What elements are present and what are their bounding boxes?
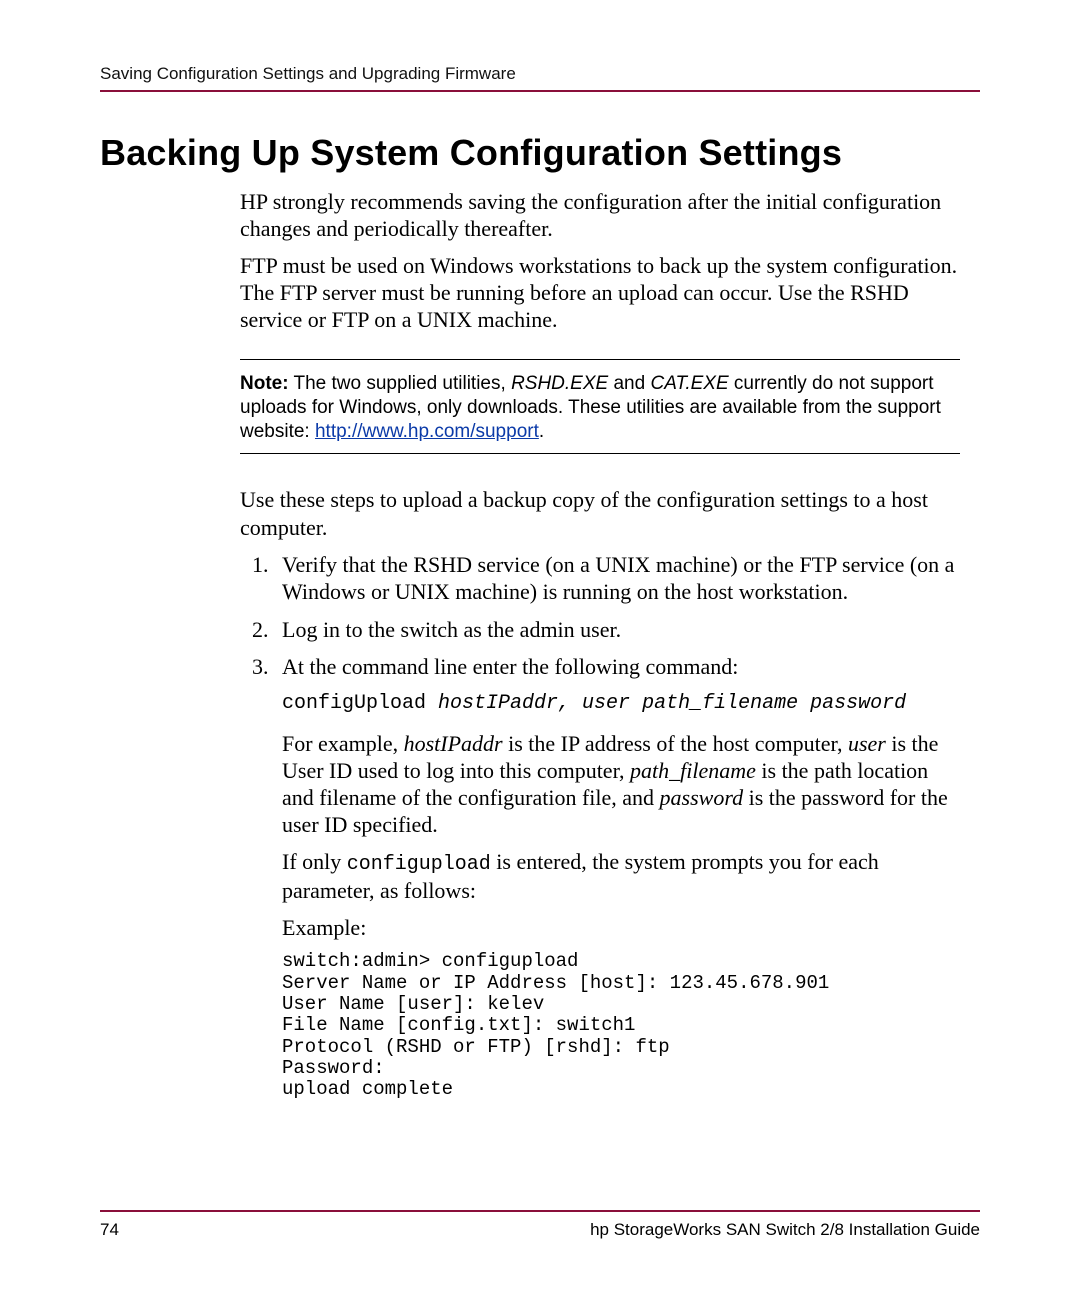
command-args: hostIPaddr, user path_filename password: [438, 692, 906, 715]
expl-pre: For example,: [282, 731, 404, 756]
step-1-text: Verify that the RSHD service (on a UNIX …: [282, 552, 954, 605]
command-syntax: configUpload hostIPaddr, user path_filen…: [282, 691, 960, 716]
ifonly-cmd: configupload: [347, 853, 491, 876]
note-support-link[interactable]: http://www.hp.com/support: [315, 421, 539, 442]
note-util1: RSHD.EXE: [511, 373, 608, 394]
step-3-lead: At the command line enter the following …: [282, 654, 738, 679]
expl-path: path_filename: [630, 758, 756, 783]
example-label: Example:: [282, 914, 960, 941]
expl-hostip: hostIPaddr: [404, 731, 503, 756]
step-1: Verify that the RSHD service (on a UNIX …: [274, 551, 960, 606]
section-title: Backing Up System Configuration Settings: [100, 132, 980, 174]
expl-user: user: [848, 731, 886, 756]
step-2: Log in to the switch as the admin user.: [274, 616, 960, 644]
note-label: Note:: [240, 373, 289, 394]
note-rule-bottom: [240, 453, 960, 454]
steps-intro: Use these steps to upload a backup copy …: [240, 486, 960, 540]
intro-paragraph-2: FTP must be used on Windows workstations…: [240, 252, 960, 333]
note-text: Note: The two supplied utilities, RSHD.E…: [240, 360, 960, 453]
page-number: 74: [100, 1220, 119, 1240]
command-name: configUpload: [282, 692, 438, 715]
page-footer: 74 hp StorageWorks SAN Switch 2/8 Instal…: [100, 1210, 980, 1240]
step-3-ifonly: If only configupload is entered, the sys…: [282, 848, 960, 905]
step-3: At the command line enter the following …: [274, 653, 960, 1100]
body-column: HP strongly recommends saving the config…: [240, 188, 960, 1100]
running-head: Saving Configuration Settings and Upgrad…: [100, 64, 980, 92]
steps-list: Verify that the RSHD service (on a UNIX …: [240, 551, 960, 1101]
ifonly-pre: If only: [282, 849, 347, 874]
note-pre: The two supplied utilities,: [289, 373, 512, 394]
note-mid1: and: [608, 373, 650, 394]
note-block: Note: The two supplied utilities, RSHD.E…: [240, 359, 960, 454]
note-period: .: [539, 421, 544, 442]
expl-pwd: password: [660, 785, 744, 810]
expl-mid1: is the IP address of the host computer,: [503, 731, 848, 756]
intro-paragraph-1: HP strongly recommends saving the config…: [240, 188, 960, 242]
page: Saving Configuration Settings and Upgrad…: [0, 0, 1080, 1296]
step-3-explain: For example, hostIPaddr is the IP addres…: [282, 730, 960, 838]
example-output: switch:admin> configupload Server Name o…: [282, 951, 960, 1100]
step-2-text: Log in to the switch as the admin user.: [282, 617, 621, 642]
doc-title-footer: hp StorageWorks SAN Switch 2/8 Installat…: [590, 1220, 980, 1240]
note-util2: CAT.EXE: [650, 373, 728, 394]
